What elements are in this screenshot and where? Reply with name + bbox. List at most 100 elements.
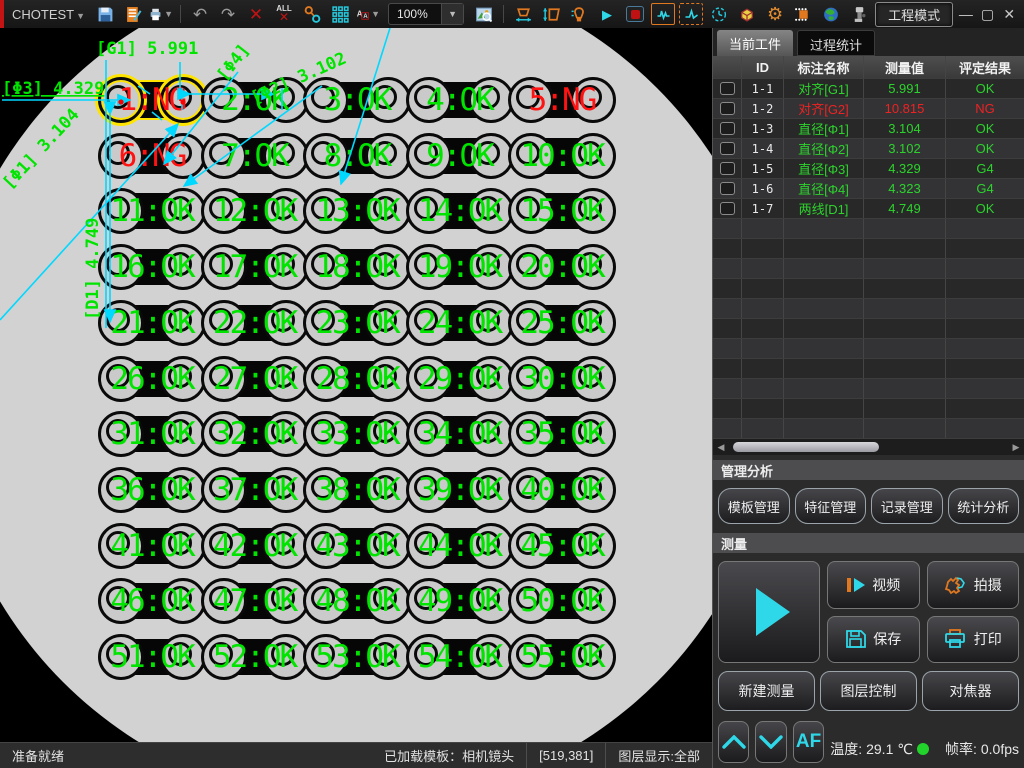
maximize-icon[interactable]: ▢ [979, 6, 997, 23]
zoom-value[interactable]: 100% [389, 7, 441, 21]
capture-icon [944, 576, 965, 594]
edit-report-icon[interactable] [121, 3, 145, 25]
link-points-icon[interactable] [300, 3, 324, 25]
cell-name: 直径[Φ2] [784, 139, 864, 158]
cell-id: 1-5 [742, 159, 784, 178]
cell-name: 对齐[G1] [784, 79, 864, 98]
template-manage-button[interactable]: 模板管理 [718, 488, 790, 524]
col-name: 标注名称 [784, 56, 864, 78]
cell-id: 1-3 [742, 119, 784, 138]
scroll-left-icon[interactable]: ◀ [715, 442, 727, 453]
table-row-1-1[interactable]: 1-1 对齐[G1] 5.991 OK [713, 79, 1024, 99]
print-icon[interactable]: ▼ [149, 3, 173, 25]
cell-id: 1-6 [742, 179, 784, 198]
zoom-dropdown-button[interactable]: ▼ [441, 4, 464, 24]
run-measure-button[interactable] [718, 561, 820, 663]
chevron-up-icon [722, 735, 746, 749]
horizontal-scrollbar[interactable]: ◀ ▶ [713, 439, 1024, 455]
tab-process-statistics[interactable]: 过程统计 [797, 30, 876, 56]
globe-icon[interactable] [819, 3, 843, 25]
new-measure-button[interactable]: 新建测量 [718, 671, 815, 711]
table-row-1-5[interactable]: 1-5 直径[Φ3] 4.329 G4 [713, 159, 1024, 179]
table-row-1-7[interactable]: 1-7 两线[D1] 4.749 OK [713, 199, 1024, 219]
row-checkbox[interactable] [719, 122, 735, 135]
cell-result: OK [975, 201, 995, 216]
table-row-1-4[interactable]: 1-4 直径[Φ2] 3.102 OK [713, 139, 1024, 159]
row-checkbox[interactable] [719, 82, 735, 95]
close-icon[interactable]: ✕ [1000, 6, 1018, 23]
row-checkbox[interactable] [719, 162, 735, 175]
brand-strip [0, 0, 4, 28]
status-layer-display[interactable]: 图层显示:全部 [605, 743, 712, 768]
engineering-mode-button[interactable]: 工程模式 [875, 1, 954, 27]
col-value: 测量值 [864, 56, 946, 78]
run-small-icon[interactable]: ▶ [595, 3, 619, 25]
row-checkbox[interactable] [719, 182, 735, 195]
right-panel: 当前工件 过程统计 ID 标注名称 测量值 评定结果 1-1 对齐[G1] 5.99… [712, 28, 1024, 768]
measurement-canvas[interactable]: 1:NG 2:OK 3:OK 4:OK 5:NG 6:NG 7:OK 8:OK 9:OK 10:O… [0, 28, 712, 742]
scroll-right-icon[interactable]: ▶ [1010, 442, 1022, 453]
width-measure-icon[interactable] [511, 3, 535, 25]
cell-result: NG [975, 101, 995, 116]
feature-manage-button[interactable]: 特征管理 [794, 488, 866, 524]
timer-icon[interactable] [707, 3, 731, 25]
separator [180, 5, 182, 23]
row-checkbox[interactable] [719, 102, 735, 115]
table-row-1-2[interactable]: 1-2 对齐[G2] 10.815 NG [713, 99, 1024, 119]
table-row-1-3[interactable]: 1-3 直径[Φ1] 3.104 OK [713, 119, 1024, 139]
light-source-icon[interactable] [567, 3, 591, 25]
delete-icon[interactable]: ✕ [244, 3, 268, 25]
cell-name: 直径[Φ4] [784, 179, 864, 198]
cell-result: OK [975, 81, 995, 96]
cell-value: 3.104 [864, 119, 946, 138]
row-checkbox[interactable] [719, 142, 735, 155]
grid-icon[interactable] [328, 3, 352, 25]
annotation-phi2: [Φ2] 3.102 [248, 49, 350, 109]
save-button[interactable]: 保存 [827, 615, 920, 663]
focuser-button[interactable]: 对焦器 [922, 671, 1019, 711]
scrollbar-thumb[interactable] [733, 442, 879, 452]
layer-control-button[interactable]: 图层控制 [820, 671, 917, 711]
waveform-select-icon[interactable] [651, 3, 676, 25]
table-row-1-6[interactable]: 1-6 直径[Φ4] 4.323 G4 [713, 179, 1024, 199]
video-button[interactable]: 视频 [827, 561, 920, 609]
table-row-empty [713, 339, 1024, 359]
cell-value: 4.323 [864, 179, 946, 198]
temperature-ok-dot [916, 743, 929, 755]
data-io-icon[interactable] [791, 3, 815, 25]
play-icon [756, 588, 790, 636]
redo-icon[interactable]: ↷ [216, 3, 240, 25]
record-manage-button[interactable]: 记录管理 [871, 488, 943, 524]
move-up-button[interactable] [718, 721, 750, 763]
capture-button[interactable]: 拍摄 [926, 561, 1019, 609]
chevron-down-icon: ▼ [76, 10, 86, 21]
settings-gear-icon[interactable]: ⚙ [763, 3, 787, 25]
cell-id: 1-2 [742, 99, 784, 118]
tab-current-workpiece[interactable]: 当前工件 [717, 30, 794, 56]
app-menu[interactable]: CHOTEST ▼ [8, 7, 89, 22]
table-row-empty [713, 259, 1024, 279]
annotation-overlay: [G1] 5.991 [Φ4] [Φ2] 3.102 [Φ3] 4.329 [Φ… [0, 28, 391, 328]
print-button[interactable]: 打印 [926, 615, 1019, 663]
cube-3d-icon[interactable] [735, 3, 759, 25]
statistics-analysis-button[interactable]: 统计分析 [947, 488, 1019, 524]
undo-icon[interactable]: ↶ [188, 3, 212, 25]
height-measure-icon[interactable] [539, 3, 563, 25]
delete-all-icon[interactable]: ALL ✕ [272, 3, 296, 25]
row-checkbox[interactable] [719, 202, 735, 215]
record-icon[interactable] [623, 3, 647, 25]
table-row-empty [713, 219, 1024, 239]
application-window: CHOTEST▼ ▼ ↶ ↷ ✕ ALL ✕ AA▼ 100% ▼ ▶ ⚙ [0, 0, 1024, 768]
move-down-button[interactable] [755, 721, 787, 763]
font-style-icon[interactable]: A A ▼ [356, 3, 380, 25]
status-template: 已加载模板：相机镜头 [384, 749, 515, 764]
minimize-icon[interactable]: — [957, 6, 975, 22]
camera-device-icon[interactable] [847, 3, 871, 25]
table-row-empty [713, 399, 1024, 419]
svg-text:A: A [363, 13, 368, 20]
image-preview-icon[interactable] [472, 3, 496, 25]
waveform-icon[interactable] [679, 3, 704, 25]
save-icon[interactable] [93, 3, 117, 25]
autofocus-button[interactable]: AF [792, 721, 825, 763]
zoom-select[interactable]: 100% ▼ [388, 3, 465, 25]
